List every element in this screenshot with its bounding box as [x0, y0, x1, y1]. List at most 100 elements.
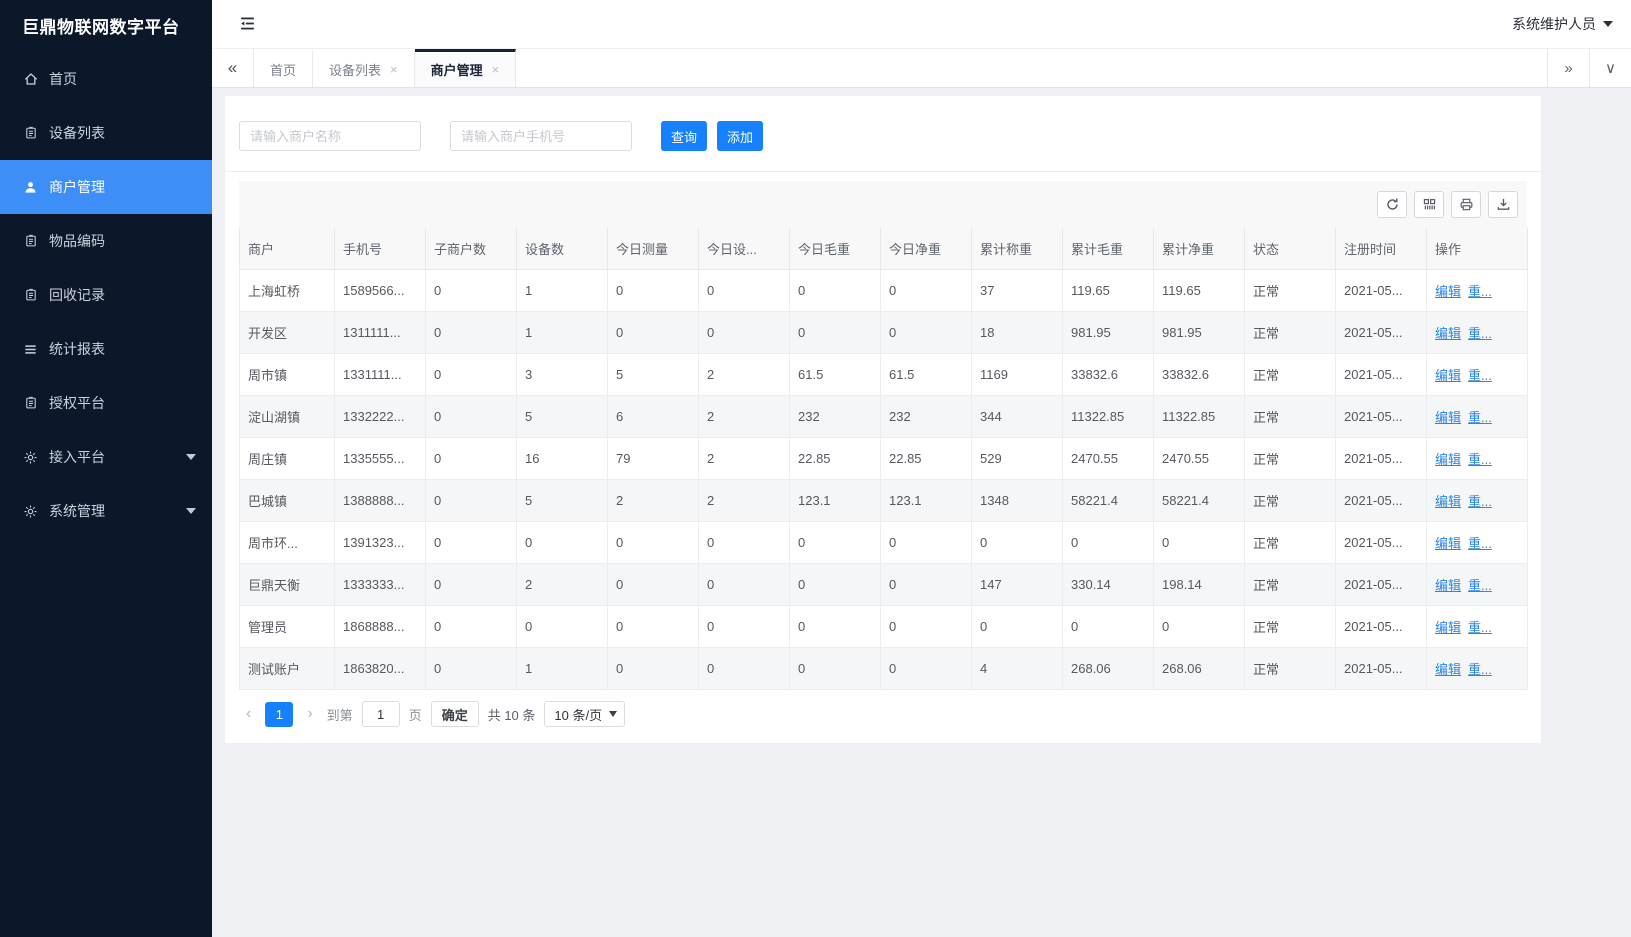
edit-link[interactable]: 编辑	[1435, 326, 1461, 341]
sidebar-item-4[interactable]: 回收记录	[0, 268, 212, 322]
cell: 119.65	[1154, 270, 1245, 312]
sidebar-item-6[interactable]: 授权平台	[0, 376, 212, 430]
merchant-name-input[interactable]	[239, 121, 421, 151]
edit-link[interactable]: 编辑	[1435, 494, 1461, 509]
gear-icon	[22, 503, 39, 520]
sidebar-item-8[interactable]: 系统管理	[0, 484, 212, 538]
edit-link[interactable]: 编辑	[1435, 662, 1461, 677]
cell: 268.06	[1063, 648, 1154, 690]
actions-cell: 编辑重...	[1427, 354, 1528, 396]
cell: 正常	[1245, 522, 1336, 564]
close-icon[interactable]: ×	[492, 62, 500, 77]
tab-2[interactable]: 商户管理 ×	[415, 49, 517, 87]
main-area: 系统维护人员 « 首页设备列表× 商户管理 × » ∨ 查询 添加	[212, 0, 1631, 937]
cell: 1348	[972, 480, 1063, 522]
sidebar-item-5[interactable]: 统计报表	[0, 322, 212, 376]
refresh-button[interactable]	[1377, 191, 1407, 218]
column-header-13: 操作	[1427, 228, 1528, 270]
sidebar-item-3[interactable]: 物品编码	[0, 214, 212, 268]
prev-page-button[interactable]: ‹	[241, 706, 256, 722]
menu-fold-icon[interactable]	[238, 14, 258, 34]
tabs-scroll-left-button[interactable]: «	[212, 49, 254, 87]
sidebar-item-1[interactable]: 设备列表	[0, 106, 212, 160]
cell: 2021-05...	[1336, 648, 1427, 690]
cell: 0	[608, 564, 699, 606]
tab-0[interactable]: 首页	[254, 49, 313, 87]
reset-link[interactable]: 重...	[1468, 536, 1492, 551]
confirm-button[interactable]: 确定	[431, 701, 479, 727]
reset-link[interactable]: 重...	[1468, 620, 1492, 635]
cell: 0	[1154, 606, 1245, 648]
cell: 232	[790, 396, 881, 438]
reset-link[interactable]: 重...	[1468, 452, 1492, 467]
cell: 0	[426, 480, 517, 522]
next-page-button[interactable]: ›	[302, 706, 317, 722]
cell: 0	[608, 522, 699, 564]
cell: 正常	[1245, 312, 1336, 354]
user-menu[interactable]: 系统维护人员	[1512, 14, 1617, 34]
edit-link[interactable]: 编辑	[1435, 410, 1461, 425]
reset-link[interactable]: 重...	[1468, 578, 1492, 593]
cell: 0	[1154, 522, 1245, 564]
close-icon[interactable]: ×	[390, 62, 398, 77]
export-button[interactable]	[1488, 191, 1518, 218]
page-size-select[interactable]: 10 条/页	[544, 701, 625, 727]
edit-link[interactable]: 编辑	[1435, 620, 1461, 635]
cell: 管理员	[240, 606, 335, 648]
sidebar-item-2[interactable]: 商户管理	[0, 160, 212, 214]
table-row: 管理员1868888...000000000正常2021-05...编辑重...	[240, 606, 1528, 648]
table-toolbar	[239, 181, 1527, 228]
clipboard-icon	[22, 395, 39, 412]
reset-link[interactable]: 重...	[1468, 410, 1492, 425]
actions-cell: 编辑重...	[1427, 312, 1528, 354]
cell: 0	[608, 270, 699, 312]
table-row: 淀山湖镇1332222...056223223234411322.8511322…	[240, 396, 1528, 438]
clipboard-icon	[22, 125, 39, 142]
user-icon	[22, 179, 39, 196]
add-button[interactable]: 添加	[717, 121, 763, 151]
tab-label: 商户管理	[431, 60, 483, 79]
cell: 0	[699, 606, 790, 648]
total-count-label: 共 10 条	[488, 705, 536, 724]
goto-label: 到第	[327, 705, 353, 724]
print-button[interactable]	[1451, 191, 1481, 218]
app-title: 巨鼎物联网数字平台	[0, 0, 212, 50]
tabs-dropdown-button[interactable]: ∨	[1589, 49, 1631, 87]
edit-link[interactable]: 编辑	[1435, 536, 1461, 551]
edit-link[interactable]: 编辑	[1435, 452, 1461, 467]
sidebar-item-7[interactable]: 接入平台	[0, 430, 212, 484]
cell: 2	[517, 564, 608, 606]
cell: 2	[699, 480, 790, 522]
actions-cell: 编辑重...	[1427, 396, 1528, 438]
cell: 正常	[1245, 648, 1336, 690]
cell: 1391323...	[335, 522, 426, 564]
query-button[interactable]: 查询	[661, 121, 707, 151]
sidebar-item-label: 首页	[49, 69, 77, 89]
merchant-phone-input[interactable]	[450, 121, 632, 151]
table-row: 巨鼎天衡1333333...020000147330.14198.14正常202…	[240, 564, 1528, 606]
reset-link[interactable]: 重...	[1468, 494, 1492, 509]
reset-link[interactable]: 重...	[1468, 284, 1492, 299]
column-header-2: 子商户数	[426, 228, 517, 270]
tabs-scroll-right-button[interactable]: »	[1547, 49, 1589, 87]
goto-page-input[interactable]	[362, 701, 400, 727]
cell: 0	[790, 606, 881, 648]
cell: 147	[972, 564, 1063, 606]
reset-link[interactable]: 重...	[1468, 326, 1492, 341]
gear-icon	[22, 449, 39, 466]
edit-link[interactable]: 编辑	[1435, 578, 1461, 593]
cell: 58221.4	[1063, 480, 1154, 522]
cell: 0	[426, 354, 517, 396]
tab-1[interactable]: 设备列表×	[313, 49, 415, 87]
edit-link[interactable]: 编辑	[1435, 284, 1461, 299]
edit-link[interactable]: 编辑	[1435, 368, 1461, 383]
current-page-button[interactable]: 1	[265, 702, 293, 727]
cell: 2	[608, 480, 699, 522]
cell: 0	[881, 270, 972, 312]
sidebar-item-label: 统计报表	[49, 339, 105, 359]
sidebar-item-0[interactable]: 首页	[0, 52, 212, 106]
reset-link[interactable]: 重...	[1468, 368, 1492, 383]
reset-link[interactable]: 重...	[1468, 662, 1492, 677]
toggle-columns-button[interactable]	[1414, 191, 1444, 218]
cell: 0	[790, 270, 881, 312]
